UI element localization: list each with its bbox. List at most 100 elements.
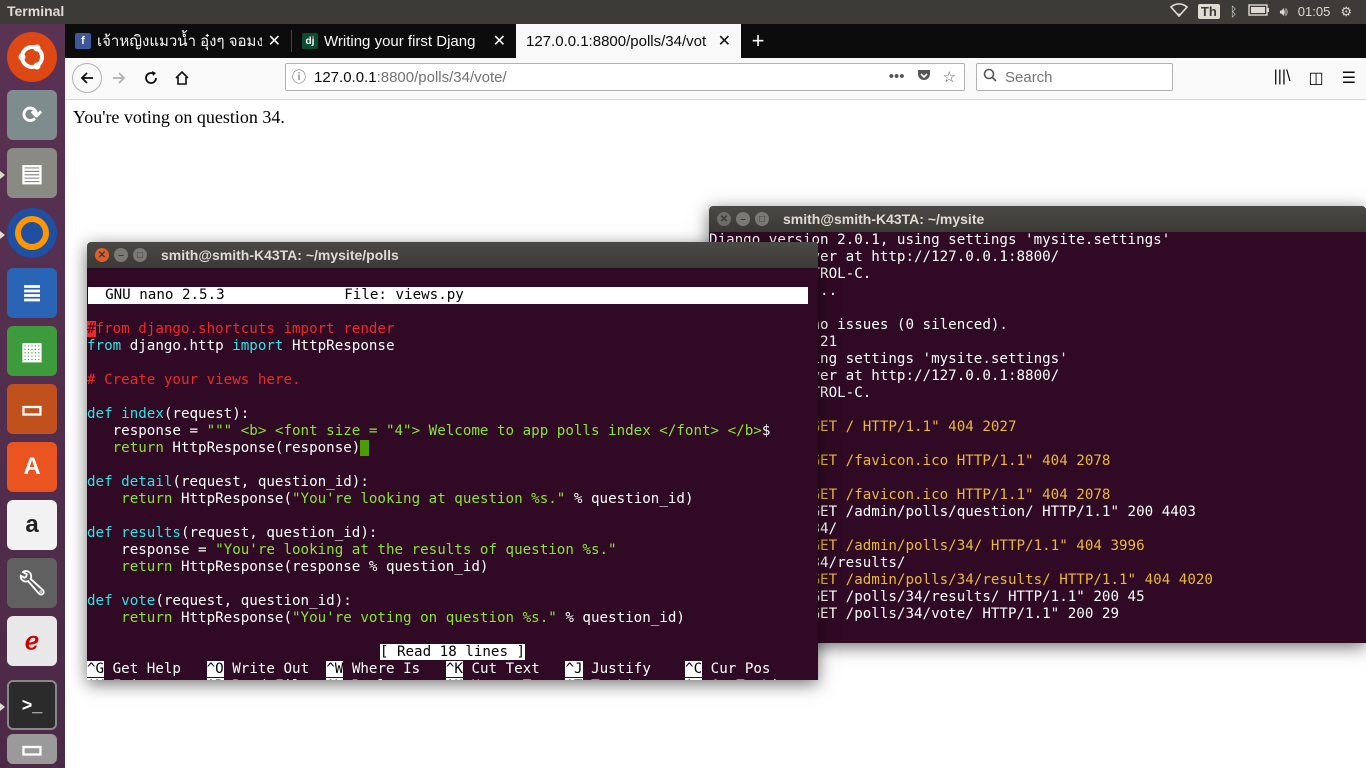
code-line: response = """ <b> <font size = "4"> Wel… [87,423,771,439]
shortcut-key: ^X [87,678,105,680]
tab-polls-vote[interactable]: 127.0.0.1:8800/polls/34/vot ✕ [516,24,741,58]
minimize-icon[interactable]: – [736,212,750,226]
shortcut-key: ^_ [685,678,703,680]
code-line: return HttpResponse(response % question_… [87,559,489,575]
writer-icon[interactable]: ≣ [7,268,57,318]
shortcut-key: ^C [685,661,703,677]
shortcut-key: ^W [326,661,344,677]
maximize-icon[interactable]: □ [755,212,769,226]
favicon-facebook-icon: f [75,33,91,49]
settings-icon[interactable]: 🔧︎ [7,558,57,608]
code-line: from django.http import HttpResponse [87,338,395,354]
software-updater-icon[interactable]: ⟳ [7,90,57,140]
active-app-title: Terminal [7,3,65,19]
terminal-icon[interactable]: >_ [7,680,57,730]
code-line: def results(request, question_id): [87,525,378,541]
code-line: return HttpResponse("You're looking at q… [87,491,694,507]
clock[interactable]: 01:05 [1298,4,1331,19]
shortcut-label: Where Is [343,661,438,677]
close-icon[interactable]: ✕ [268,31,281,51]
close-icon[interactable]: ✕ [718,31,731,51]
shortcut-label: Read File [224,678,318,680]
code-line: return HttpResponse("You're voting on qu… [87,610,685,626]
code-line: def vote(request, question_id): [87,593,352,609]
bluetooth-icon[interactable]: ᛒ [1230,4,1238,19]
pocket-icon[interactable] [917,68,931,86]
trash-icon[interactable]: ▭ [7,734,57,764]
toolbar-right: |||\ ◫ ☰ [1274,68,1356,88]
launcher: ⟳ ▤ ≣ ▦ ▭ A a 🔧︎ ℯ >_ ▭ [0,24,65,768]
shortcut-key: ^U [445,678,463,680]
search-input[interactable] [1003,67,1157,87]
battery-icon[interactable] [1247,4,1270,19]
document-viewer-icon[interactable]: ℯ [7,616,57,666]
bookmark-star-icon[interactable]: ☆ [943,68,956,86]
wifi-icon[interactable] [1169,3,1189,20]
page-actions-icon[interactable]: ••• [889,68,905,86]
site-info-icon[interactable]: ⓘ [292,67,314,87]
back-button[interactable] [72,63,102,93]
firefox-icon[interactable] [7,208,57,258]
shortcut-key: ^\ [326,678,344,680]
maximize-icon[interactable]: □ [133,248,147,262]
keyboard-layout-indicator[interactable]: Th [1197,4,1220,19]
code-line: return HttpResponse(response)_ [87,440,369,456]
terminal-titlebar[interactable]: ✕ – □ smith@smith-K43TA: ~/mysite/polls [87,242,818,268]
nano-shortcuts-row: ^X Exit ^R Read File ^\ Replace ^U Uncut… [87,678,818,680]
url-bar[interactable]: ⓘ 127.0.0.1:8800/polls/34/vote/ ••• ☆ [285,63,965,91]
reload-button[interactable] [137,64,165,92]
shortcut-key: ^G [87,661,105,677]
tab-title: เจ้าหญิงแมวน้ำ อุ๋งๆ จอมง [97,33,262,50]
impress-icon[interactable]: ▭ [7,384,57,434]
search-bar[interactable] [976,63,1173,91]
amazon-icon[interactable]: a [7,500,57,550]
tab-title: Writing your first Djang [324,32,476,50]
library-icon[interactable]: |||\ [1274,68,1291,88]
running-indicator [0,703,5,711]
forward-button[interactable] [105,64,133,92]
search-icon [983,68,997,86]
code-line: #from django.shortcuts import render [87,321,395,337]
nano-header: GNU nano 2.5.3 File: views.py [88,287,808,304]
terminal-titlebar[interactable]: ✕ – □ smith@smith-K43TA: ~/mysite [709,206,1366,232]
shortcut-label: Get Help [104,661,199,677]
shortcut-label: Cut Text [462,661,557,677]
shortcut-label: Write Out [223,661,318,677]
top-panel: Terminal Th ᛒ 🔊︎ 01:05 ⚙ [0,0,1366,24]
volume-icon[interactable]: 🔊︎ [1280,4,1288,20]
running-indicator [0,171,5,179]
tab-facebook[interactable]: f เจ้าหญิงแมวน้ำ อุ๋งๆ จอมง ✕ [65,24,291,58]
close-icon[interactable]: ✕ [95,248,109,262]
home-button[interactable] [168,64,196,92]
files-icon[interactable]: ▤ [7,148,57,198]
running-indicator [0,231,5,239]
calc-icon[interactable]: ▦ [7,326,57,376]
shortcut-label: Exit [104,678,198,680]
favicon-django-icon: dj [302,33,318,49]
gear-icon[interactable]: ⚙ [1340,4,1352,20]
nano-editor[interactable]: GNU nano 2.5.3 File: views.py #from djan… [87,268,818,680]
tab-title: 127.0.0.1:8800/polls/34/vot [526,32,707,50]
shortcut-label: Justify [582,661,677,677]
terminal-title: smith@smith-K43TA: ~/mysite/polls [161,247,399,263]
nano-shortcuts-row: ^G Get Help ^O Write Out ^W Where Is ^K … [87,661,818,678]
terminal-window-nano[interactable]: ✕ – □ smith@smith-K43TA: ~/mysite/polls … [87,242,818,680]
shortcut-key: ^R [206,678,224,680]
hamburger-menu-icon[interactable]: ☰ [1342,68,1356,88]
minimize-icon[interactable]: – [114,248,128,262]
ubuntu-dash-icon[interactable] [7,32,57,82]
close-icon[interactable]: ✕ [717,212,731,226]
shortcut-key: ^T [565,678,583,680]
tab-django-tutorial[interactable]: dj Writing your first Djang ✕ [292,24,516,58]
shortcut-label: Go To Line [702,678,796,680]
sidebar-icon[interactable]: ◫ [1309,68,1324,88]
close-icon[interactable]: ✕ [493,31,506,51]
software-center-icon[interactable]: A [7,442,57,492]
new-tab-button[interactable]: + [747,24,769,58]
